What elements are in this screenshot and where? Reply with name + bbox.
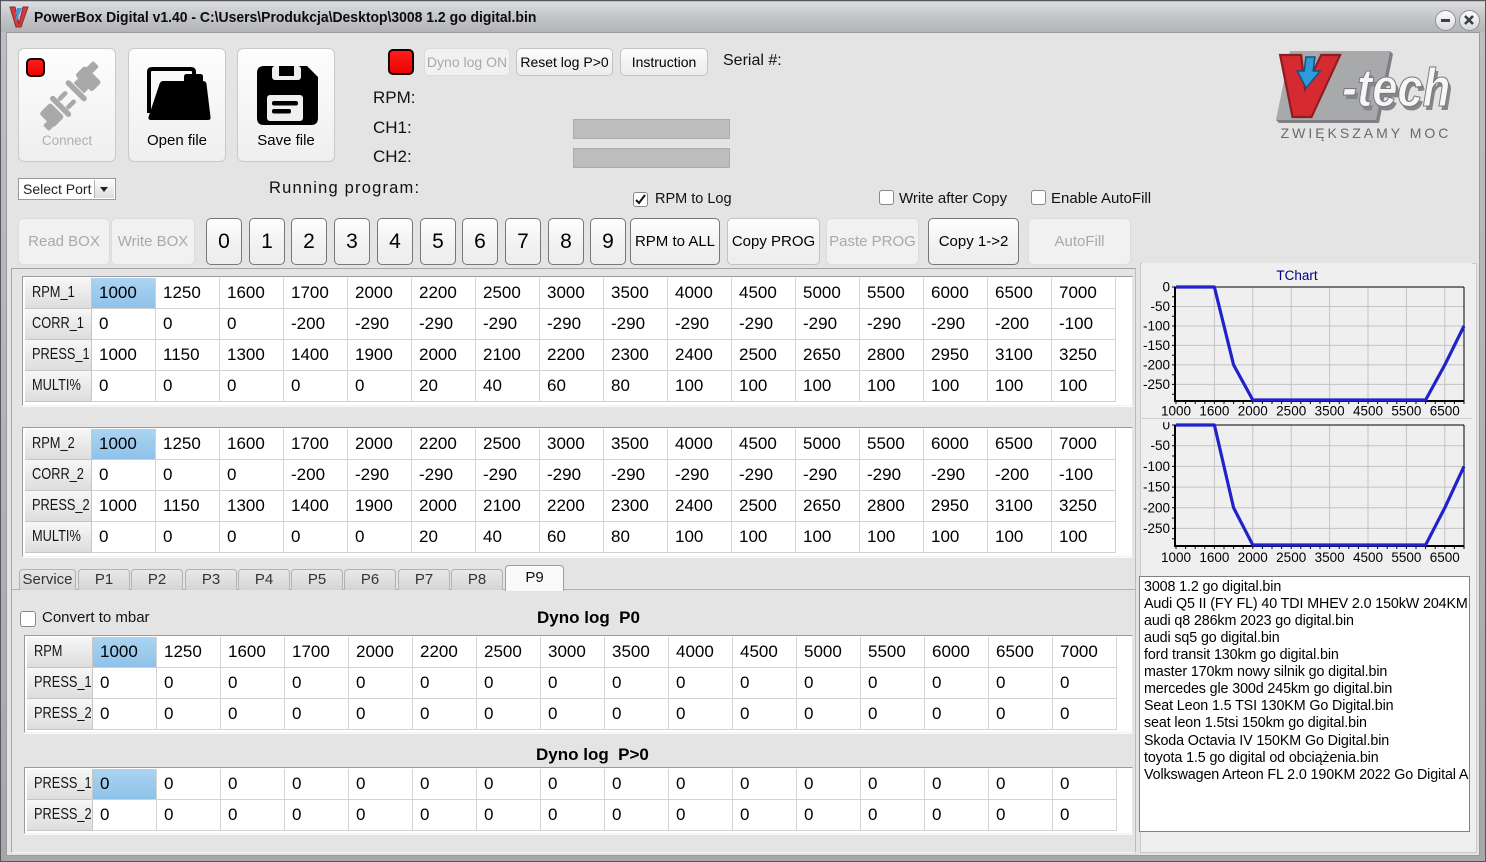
svg-text:-100: -100 [1143, 459, 1170, 474]
svg-text:2000: 2000 [1238, 550, 1268, 565]
svg-text:4500: 4500 [1353, 404, 1383, 419]
svg-text:-200: -200 [1143, 500, 1170, 515]
svg-text:-100: -100 [1143, 319, 1170, 334]
svg-text:5500: 5500 [1391, 550, 1421, 565]
svg-text:0: 0 [1162, 280, 1170, 295]
svg-text:TChart: TChart [1276, 268, 1318, 283]
svg-text:1600: 1600 [1199, 550, 1229, 565]
svg-text:3500: 3500 [1315, 550, 1345, 565]
svg-text:-250: -250 [1143, 521, 1170, 536]
svg-text:1000: 1000 [1161, 404, 1191, 419]
svg-text:2500: 2500 [1276, 550, 1306, 565]
svg-text:4500: 4500 [1353, 550, 1383, 565]
svg-text:6500: 6500 [1430, 404, 1460, 419]
svg-text:1600: 1600 [1199, 404, 1229, 419]
svg-text:-50: -50 [1150, 299, 1170, 314]
svg-text:-250: -250 [1143, 377, 1170, 392]
svg-text:1000: 1000 [1161, 550, 1191, 565]
svg-text:-150: -150 [1143, 338, 1170, 353]
svg-text:5500: 5500 [1391, 404, 1421, 419]
svg-text:6500: 6500 [1430, 550, 1460, 565]
svg-text:-tech: -tech [1342, 57, 1450, 118]
svg-text:-150: -150 [1143, 480, 1170, 495]
svg-text:3500: 3500 [1315, 404, 1345, 419]
svg-text:ZWIĘKSZAMY MOC: ZWIĘKSZAMY MOC [1281, 125, 1452, 141]
svg-text:2000: 2000 [1238, 404, 1268, 419]
svg-text:-50: -50 [1150, 438, 1170, 453]
svg-text:-200: -200 [1143, 357, 1170, 372]
svg-text:2500: 2500 [1276, 404, 1306, 419]
